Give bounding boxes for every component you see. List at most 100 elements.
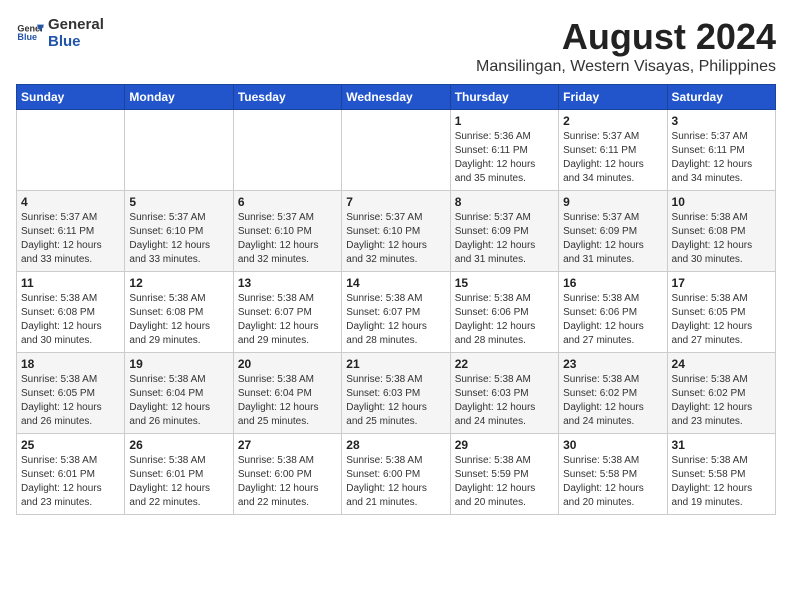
calendar-cell: 25 Sunrise: 5:38 AM Sunset: 6:01 PM Dayli… bbox=[17, 434, 125, 515]
day-info: Sunrise: 5:38 AM Sunset: 5:59 PM Dayligh… bbox=[455, 454, 554, 510]
day-number: 13 bbox=[238, 276, 337, 290]
calendar-cell: 4Sunrise: 5:37 AM Sunset: 6:11 PM Daylig… bbox=[17, 191, 125, 272]
calendar-cell: 18 Sunrise: 5:38 AM Sunset: 6:05 PM Dayli… bbox=[17, 353, 125, 434]
day-number: 11 bbox=[21, 276, 120, 290]
calendar-cell: 11 Sunrise: 5:38 AM Sunset: 6:08 PM Dayli… bbox=[17, 272, 125, 353]
day-info: Sunrise: 5:38 AM Sunset: 6:03 PM Dayligh… bbox=[346, 373, 445, 429]
calendar-cell: 14Sunrise: 5:38 AM Sunset: 6:07 PM Dayli… bbox=[342, 272, 450, 353]
day-number: 2 bbox=[563, 114, 662, 128]
day-number: 26 bbox=[129, 438, 228, 452]
calendar-cell: 17 Sunrise: 5:38 AM Sunset: 6:05 PM Dayli… bbox=[667, 272, 775, 353]
header: General Blue General Blue August 2024 Ma… bbox=[16, 16, 776, 76]
header-tuesday: Tuesday bbox=[233, 85, 341, 110]
day-number: 8 bbox=[455, 195, 554, 209]
day-number: 10 bbox=[672, 195, 771, 209]
calendar-cell: 23 Sunrise: 5:38 AM Sunset: 6:02 PM Dayli… bbox=[559, 353, 667, 434]
calendar-cell bbox=[17, 110, 125, 191]
calendar-cell: 7 Sunrise: 5:37 AM Sunset: 6:10 PM Daylig… bbox=[342, 191, 450, 272]
day-number: 19 bbox=[129, 357, 228, 371]
calendar-cell: 6Sunrise: 5:37 AM Sunset: 6:10 PM Daylig… bbox=[233, 191, 341, 272]
day-number: 25 bbox=[21, 438, 120, 452]
calendar-cell: 12Sunrise: 5:38 AM Sunset: 6:08 PM Dayli… bbox=[125, 272, 233, 353]
week-row-2: 11 Sunrise: 5:38 AM Sunset: 6:08 PM Dayli… bbox=[17, 272, 776, 353]
calendar-cell: 29 Sunrise: 5:38 AM Sunset: 5:59 PM Dayli… bbox=[450, 434, 558, 515]
day-number: 22 bbox=[455, 357, 554, 371]
day-info: Sunrise: 5:38 AM Sunset: 6:00 PM Dayligh… bbox=[346, 454, 445, 510]
header-row: Sunday Monday Tuesday Wednesday Thursday… bbox=[17, 85, 776, 110]
title-area: August 2024 Mansilingan, Western Visayas… bbox=[476, 16, 776, 76]
header-wednesday: Wednesday bbox=[342, 85, 450, 110]
week-row-4: 25 Sunrise: 5:38 AM Sunset: 6:01 PM Dayli… bbox=[17, 434, 776, 515]
calendar-subtitle: Mansilingan, Western Visayas, Philippine… bbox=[476, 58, 776, 76]
day-number: 5 bbox=[129, 195, 228, 209]
day-info: Sunrise: 5:38 AM Sunset: 5:58 PM Dayligh… bbox=[672, 454, 771, 510]
header-friday: Friday bbox=[559, 85, 667, 110]
day-info: Sunrise: 5:38 AM Sunset: 6:08 PM Dayligh… bbox=[129, 292, 228, 348]
day-number: 27 bbox=[238, 438, 337, 452]
calendar-cell: 9Sunrise: 5:37 AM Sunset: 6:09 PM Daylig… bbox=[559, 191, 667, 272]
calendar-cell: 21 Sunrise: 5:38 AM Sunset: 6:03 PM Dayli… bbox=[342, 353, 450, 434]
calendar-cell: 3Sunrise: 5:37 AM Sunset: 6:11 PM Daylig… bbox=[667, 110, 775, 191]
day-number: 30 bbox=[563, 438, 662, 452]
calendar-cell bbox=[342, 110, 450, 191]
calendar-cell: 27Sunrise: 5:38 AM Sunset: 6:00 PM Dayli… bbox=[233, 434, 341, 515]
day-info: Sunrise: 5:37 AM Sunset: 6:09 PM Dayligh… bbox=[563, 211, 662, 267]
logo: General Blue General Blue bbox=[16, 16, 104, 50]
logo-icon: General Blue bbox=[16, 19, 44, 47]
day-number: 29 bbox=[455, 438, 554, 452]
day-number: 4 bbox=[21, 195, 120, 209]
day-number: 17 bbox=[672, 276, 771, 290]
calendar-cell: 22 Sunrise: 5:38 AM Sunset: 6:03 PM Dayli… bbox=[450, 353, 558, 434]
week-row-1: 4Sunrise: 5:37 AM Sunset: 6:11 PM Daylig… bbox=[17, 191, 776, 272]
day-info: Sunrise: 5:38 AM Sunset: 6:04 PM Dayligh… bbox=[129, 373, 228, 429]
calendar-cell: 15Sunrise: 5:38 AM Sunset: 6:06 PM Dayli… bbox=[450, 272, 558, 353]
day-info: Sunrise: 5:38 AM Sunset: 6:02 PM Dayligh… bbox=[563, 373, 662, 429]
day-info: Sunrise: 5:38 AM Sunset: 6:01 PM Dayligh… bbox=[21, 454, 120, 510]
calendar-body: 1Sunrise: 5:36 AM Sunset: 6:11 PM Daylig… bbox=[17, 110, 776, 515]
day-info: Sunrise: 5:38 AM Sunset: 6:05 PM Dayligh… bbox=[672, 292, 771, 348]
calendar-cell: 19 Sunrise: 5:38 AM Sunset: 6:04 PM Dayli… bbox=[125, 353, 233, 434]
calendar-cell: 5 Sunrise: 5:37 AM Sunset: 6:10 PM Daylig… bbox=[125, 191, 233, 272]
day-info: Sunrise: 5:38 AM Sunset: 6:02 PM Dayligh… bbox=[672, 373, 771, 429]
day-info: Sunrise: 5:38 AM Sunset: 6:05 PM Dayligh… bbox=[21, 373, 120, 429]
day-info: Sunrise: 5:37 AM Sunset: 6:10 PM Dayligh… bbox=[129, 211, 228, 267]
calendar-cell: 16Sunrise: 5:38 AM Sunset: 6:06 PM Dayli… bbox=[559, 272, 667, 353]
calendar-cell: 31 Sunrise: 5:38 AM Sunset: 5:58 PM Dayli… bbox=[667, 434, 775, 515]
day-info: Sunrise: 5:38 AM Sunset: 6:08 PM Dayligh… bbox=[672, 211, 771, 267]
day-number: 14 bbox=[346, 276, 445, 290]
calendar-cell: 20Sunrise: 5:38 AM Sunset: 6:04 PM Dayli… bbox=[233, 353, 341, 434]
calendar-cell: 8Sunrise: 5:37 AM Sunset: 6:09 PM Daylig… bbox=[450, 191, 558, 272]
logo-general: General bbox=[48, 16, 104, 33]
day-info: Sunrise: 5:38 AM Sunset: 6:06 PM Dayligh… bbox=[455, 292, 554, 348]
day-info: Sunrise: 5:38 AM Sunset: 5:58 PM Dayligh… bbox=[563, 454, 662, 510]
calendar-cell: 10 Sunrise: 5:38 AM Sunset: 6:08 PM Dayli… bbox=[667, 191, 775, 272]
calendar-header: Sunday Monday Tuesday Wednesday Thursday… bbox=[17, 85, 776, 110]
svg-text:Blue: Blue bbox=[17, 32, 37, 42]
header-sunday: Sunday bbox=[17, 85, 125, 110]
day-info: Sunrise: 5:37 AM Sunset: 6:10 PM Dayligh… bbox=[346, 211, 445, 267]
day-info: Sunrise: 5:37 AM Sunset: 6:11 PM Dayligh… bbox=[563, 130, 662, 186]
day-number: 7 bbox=[346, 195, 445, 209]
calendar-cell: 28 Sunrise: 5:38 AM Sunset: 6:00 PM Dayli… bbox=[342, 434, 450, 515]
day-info: Sunrise: 5:38 AM Sunset: 6:03 PM Dayligh… bbox=[455, 373, 554, 429]
day-number: 24 bbox=[672, 357, 771, 371]
header-saturday: Saturday bbox=[667, 85, 775, 110]
calendar-cell: 1Sunrise: 5:36 AM Sunset: 6:11 PM Daylig… bbox=[450, 110, 558, 191]
week-row-0: 1Sunrise: 5:36 AM Sunset: 6:11 PM Daylig… bbox=[17, 110, 776, 191]
day-info: Sunrise: 5:37 AM Sunset: 6:10 PM Dayligh… bbox=[238, 211, 337, 267]
day-number: 18 bbox=[21, 357, 120, 371]
week-row-3: 18 Sunrise: 5:38 AM Sunset: 6:05 PM Dayli… bbox=[17, 353, 776, 434]
calendar-cell: 2 Sunrise: 5:37 AM Sunset: 6:11 PM Daylig… bbox=[559, 110, 667, 191]
day-info: Sunrise: 5:38 AM Sunset: 6:01 PM Dayligh… bbox=[129, 454, 228, 510]
day-number: 31 bbox=[672, 438, 771, 452]
header-monday: Monday bbox=[125, 85, 233, 110]
day-number: 23 bbox=[563, 357, 662, 371]
day-info: Sunrise: 5:37 AM Sunset: 6:11 PM Dayligh… bbox=[672, 130, 771, 186]
calendar-cell: 24 Sunrise: 5:38 AM Sunset: 6:02 PM Dayli… bbox=[667, 353, 775, 434]
day-number: 16 bbox=[563, 276, 662, 290]
day-info: Sunrise: 5:38 AM Sunset: 6:07 PM Dayligh… bbox=[238, 292, 337, 348]
day-number: 28 bbox=[346, 438, 445, 452]
day-number: 1 bbox=[455, 114, 554, 128]
day-info: Sunrise: 5:38 AM Sunset: 6:08 PM Dayligh… bbox=[21, 292, 120, 348]
day-number: 21 bbox=[346, 357, 445, 371]
